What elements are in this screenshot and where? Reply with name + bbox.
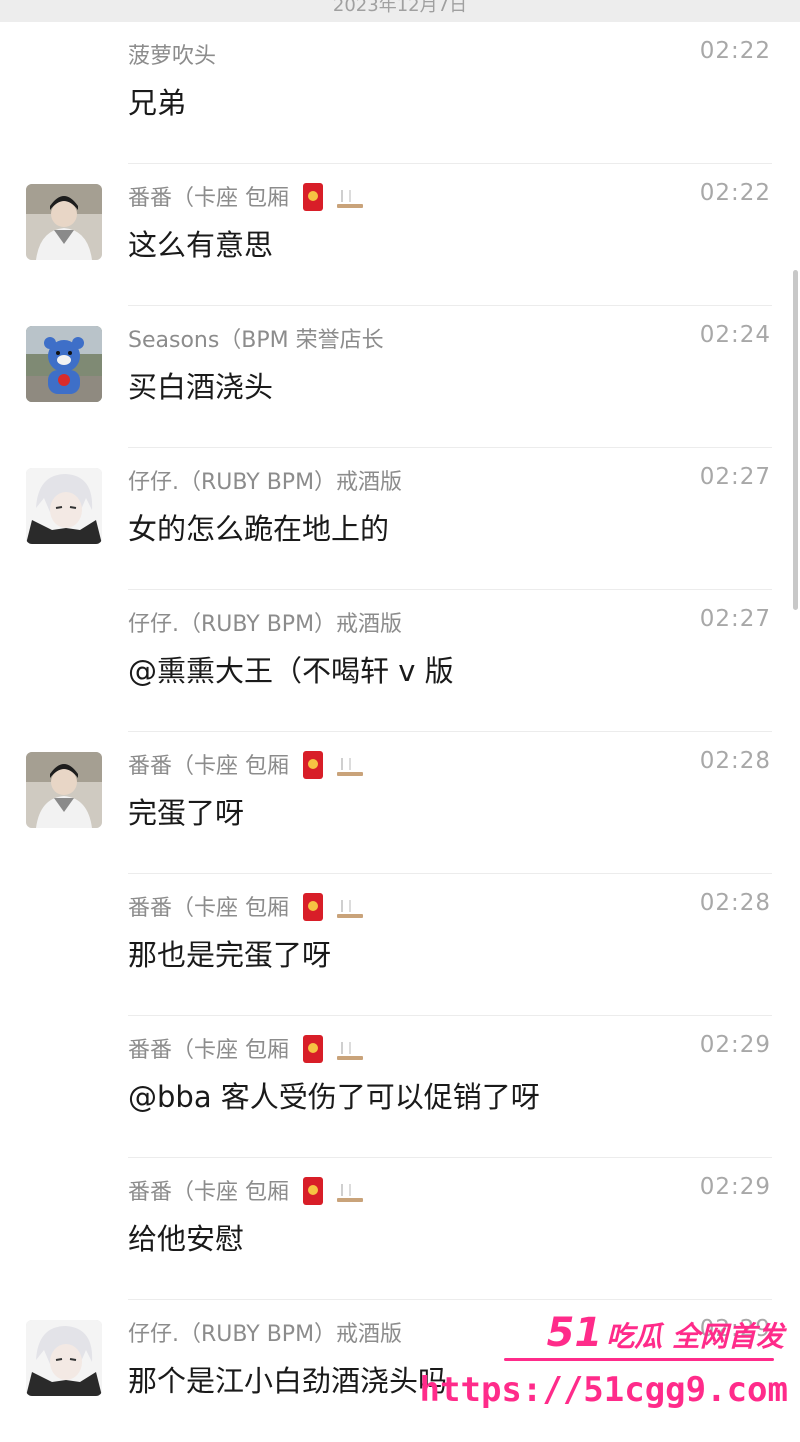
message-text: 完蛋了呀 [128, 796, 245, 830]
watermark-tag: 吃瓜 全网首发 [606, 1320, 784, 1353]
avatar[interactable] [26, 752, 102, 828]
watermark-logo: 51 吃瓜 全网首发 [547, 1310, 784, 1356]
top-bar: 2023年12月7日 [0, 0, 800, 22]
watermark-divider [504, 1358, 774, 1361]
message-time: 02:29 [699, 1174, 771, 1200]
list-item[interactable]: 番番（卡座 包厢 02:22 这么有意思 [0, 164, 800, 306]
cigarette-icon [335, 751, 365, 779]
message-text: 那也是完蛋了呀 [128, 938, 332, 972]
sender-name: 番番（卡座 包厢 [128, 1174, 365, 1206]
watermark: 51 吃瓜 全网首发 https://51cgg9.com [420, 1310, 792, 1410]
message-time: 02:24 [699, 322, 771, 348]
message-text: 兄弟 [128, 86, 187, 120]
list-item[interactable]: Seasons（BPM 荣誉店长 02:24 买白酒浇头 [0, 306, 800, 448]
watermark-url: https://51cgg9.com [419, 1370, 788, 1410]
red-envelope-icon [303, 751, 323, 779]
list-item[interactable]: 仔仔.（RUBY BPM）戒酒版 02:27 女的怎么跪在地上的 [0, 448, 800, 590]
message-text: 那个是江小白劲酒浇头吗 [128, 1364, 448, 1398]
message-time: 02:28 [699, 748, 771, 774]
cigarette-icon [335, 893, 365, 921]
message-text: 买白酒浇头 [128, 370, 274, 404]
message-list[interactable]: 菠萝吹头 02:22 兄弟 番番（卡座 包厢 02:22 这么有意思 Seaso… [0, 22, 800, 1442]
list-item[interactable]: 番番（卡座 包厢 02:28 那也是完蛋了呀 [0, 874, 800, 1016]
cigarette-icon [335, 1035, 365, 1063]
message-time: 02:22 [699, 38, 771, 64]
anime-avatar-icon [26, 1320, 102, 1396]
person-avatar-icon [26, 752, 102, 828]
message-text: 女的怎么跪在地上的 [128, 512, 390, 546]
message-text: @bba 客人受伤了可以促销了呀 [128, 1080, 540, 1114]
anime-avatar-icon [26, 468, 102, 544]
avatar[interactable] [26, 468, 102, 544]
cigarette-icon [335, 1177, 365, 1205]
sender-name: 番番（卡座 包厢 [128, 180, 365, 212]
sender-name: 仔仔.（RUBY BPM）戒酒版 [128, 612, 403, 637]
avatar[interactable] [26, 1320, 102, 1396]
red-envelope-icon [303, 183, 323, 211]
avatar[interactable] [26, 326, 102, 402]
person-avatar-icon [26, 184, 102, 260]
message-time: 02:27 [699, 464, 771, 490]
sender-name: 仔仔.（RUBY BPM）戒酒版 [128, 470, 403, 495]
message-time: 02:22 [699, 180, 771, 206]
list-item[interactable]: 番番（卡座 包厢 02:29 给他安慰 [0, 1158, 800, 1300]
watermark-number: 51 [546, 1310, 603, 1356]
sender-name: 番番（卡座 包厢 [128, 748, 365, 780]
list-item[interactable]: 仔仔.（RUBY BPM）戒酒版 02:27 @熏熏大王（不喝轩 v 版 [0, 590, 800, 732]
message-text: 给他安慰 [128, 1222, 245, 1256]
sender-name: 番番（卡座 包厢 [128, 890, 365, 922]
cigarette-icon [335, 183, 365, 211]
list-item[interactable]: 菠萝吹头 02:22 兄弟 [0, 22, 800, 164]
blue-bear-avatar-icon [26, 326, 102, 402]
message-text: 这么有意思 [128, 228, 274, 262]
sender-name: Seasons（BPM 荣誉店长 [128, 328, 384, 353]
message-text: @熏熏大王（不喝轩 v 版 [128, 654, 454, 688]
avatar[interactable] [26, 184, 102, 260]
message-time: 02:27 [699, 606, 771, 632]
red-envelope-icon [303, 1177, 323, 1205]
sender-name: 菠萝吹头 [128, 44, 217, 69]
list-item[interactable]: 番番（卡座 包厢 02:28 完蛋了呀 [0, 732, 800, 874]
list-item[interactable]: 番番（卡座 包厢 02:29 @bba 客人受伤了可以促销了呀 [0, 1016, 800, 1158]
message-time: 02:29 [699, 1032, 771, 1058]
sender-name: 仔仔.（RUBY BPM）戒酒版 [128, 1322, 403, 1347]
sender-name: 番番（卡座 包厢 [128, 1032, 365, 1064]
date-header: 2023年12月7日 [332, 0, 468, 16]
message-time: 02:28 [699, 890, 771, 916]
red-envelope-icon [303, 893, 323, 921]
scrollbar[interactable] [793, 270, 798, 610]
red-envelope-icon [303, 1035, 323, 1063]
